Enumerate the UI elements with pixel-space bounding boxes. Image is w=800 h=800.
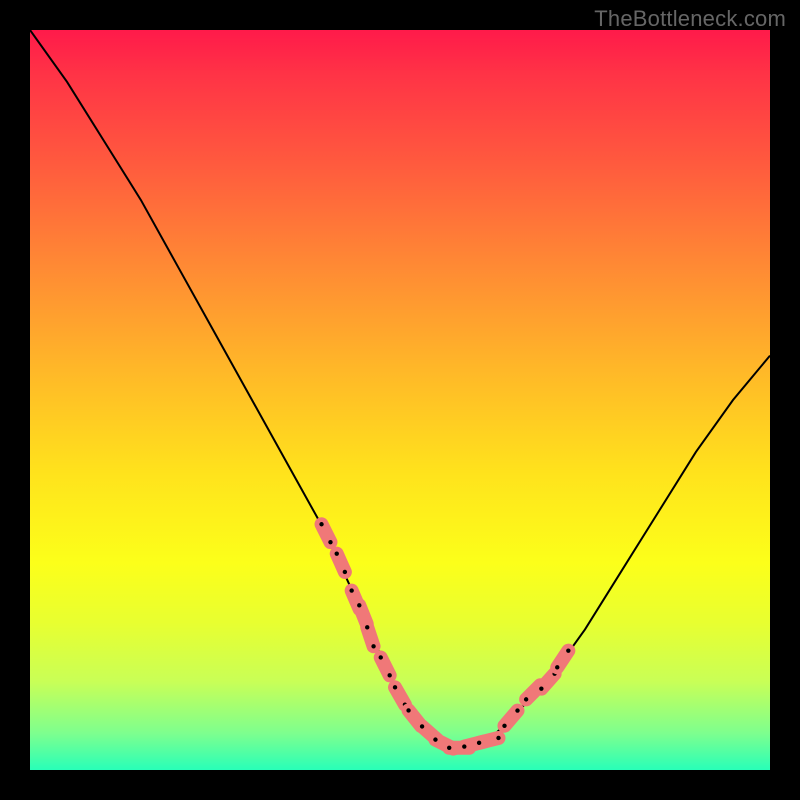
- chart-plot-area: [30, 30, 770, 770]
- curve-marker: [504, 711, 517, 726]
- curve-marker: [322, 524, 331, 542]
- curve-marker-cap: [566, 648, 570, 652]
- curve-marker-cap: [539, 686, 543, 690]
- curve-marker-cap: [393, 685, 397, 689]
- curve-marker: [557, 651, 568, 668]
- curve-marker: [381, 657, 390, 675]
- watermark-text: TheBottleneck.com: [594, 6, 786, 32]
- curve-marker-cap: [343, 570, 347, 574]
- curve-marker-cap: [357, 603, 361, 607]
- curve-marker-cap: [433, 737, 437, 741]
- curve-marker-cap: [379, 655, 383, 659]
- chart-svg-overlay: [30, 30, 770, 770]
- curve-marker-cap: [319, 522, 323, 526]
- curve-marker: [479, 738, 498, 743]
- curve-marker-cap: [387, 673, 391, 677]
- curve-marker-cap: [496, 736, 500, 740]
- curve-marker-cap: [420, 724, 424, 728]
- curve-marker: [337, 554, 345, 572]
- curve-marker-cap: [349, 588, 353, 592]
- curve-marker-cap: [555, 665, 559, 669]
- bottleneck-curve: [30, 30, 770, 748]
- curve-marker: [541, 674, 554, 689]
- curve-marker-cap: [406, 708, 410, 712]
- marker-layer: [319, 522, 570, 751]
- curve-marker-cap: [371, 644, 375, 648]
- curve-marker: [395, 687, 405, 704]
- curve-marker-cap: [328, 540, 332, 544]
- curve-marker-cap: [447, 746, 451, 750]
- curve-marker-cap: [462, 744, 466, 748]
- curve-marker-cap: [477, 741, 481, 745]
- curve-marker-cap: [335, 551, 339, 555]
- curve-marker: [367, 627, 373, 646]
- curve-marker-cap: [524, 697, 528, 701]
- curve-marker-cap: [515, 708, 519, 712]
- curve-marker-cap: [502, 724, 506, 728]
- curve-marker-cap: [365, 625, 369, 629]
